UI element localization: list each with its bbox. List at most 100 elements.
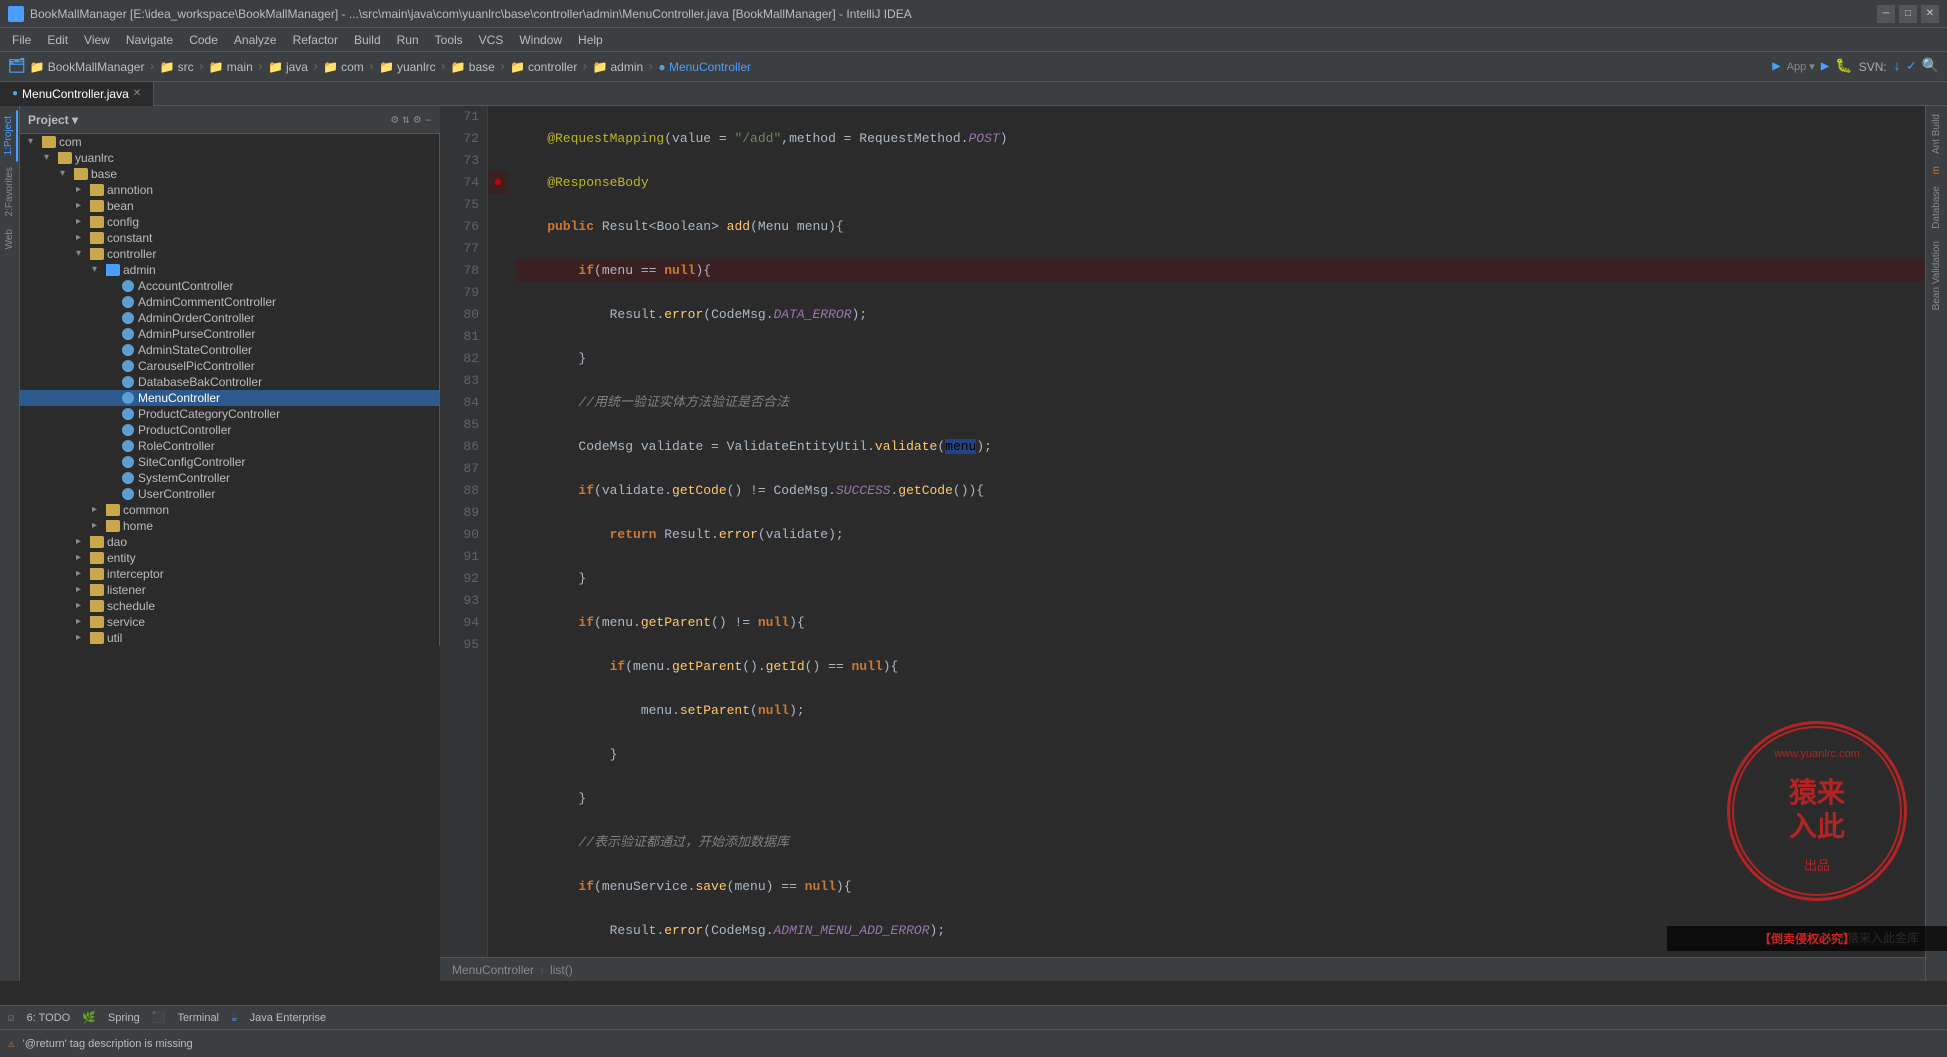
run-button[interactable]: ▶ [1821, 58, 1829, 75]
app-dropdown[interactable]: App ▾ [1787, 60, 1815, 73]
menu-tools[interactable]: Tools [427, 31, 471, 49]
breadcrumb-menucontroller[interactable]: MenuController [452, 963, 534, 977]
titlebar: BookMallManager [E:\idea_workspace\BookM… [0, 0, 1947, 28]
run-icon[interactable]: ▶ [1772, 58, 1780, 75]
close-button[interactable]: ✕ [1921, 5, 1939, 23]
left-tab-web[interactable]: Web [2, 223, 17, 255]
tree-databasebak[interactable]: DatabaseBakController [20, 374, 439, 390]
window-title: BookMallManager [E:\idea_workspace\BookM… [30, 7, 1877, 21]
tabbar: ● MenuController.java ✕ [0, 82, 1947, 106]
tree-admin[interactable]: ▾ admin [20, 262, 439, 278]
commit-button[interactable]: ✓ [1907, 58, 1915, 75]
tree-admin-order[interactable]: AdminOrderController [20, 310, 439, 326]
warning-text: '@return' tag description is missing [23, 1038, 193, 1050]
tree-listener[interactable]: ▸ listener [20, 582, 439, 598]
nav-file[interactable]: ● MenuController [658, 60, 751, 74]
svn-label: SVN: [1859, 60, 1887, 74]
tree-product[interactable]: ProductController [20, 422, 439, 438]
left-tab-favorites[interactable]: 2:Favorites [2, 161, 17, 222]
tree-schedule[interactable]: ▸ schedule [20, 598, 439, 614]
terminal-label[interactable]: Terminal [177, 1012, 219, 1024]
nav-base[interactable]: 📁 base [451, 60, 495, 74]
tree-menu-controller[interactable]: MenuController [20, 390, 439, 406]
code-editor[interactable]: 71 72 73 74 75 76 77 78 79 80 81 82 83 8… [440, 106, 1947, 957]
menu-run[interactable]: Run [389, 31, 427, 49]
minimize-button[interactable]: ─ [1877, 5, 1895, 23]
tree-carousel[interactable]: CarouselPicController [20, 358, 439, 374]
tree-annotion[interactable]: ▸ annotion [20, 182, 439, 198]
tree-yuanlrc[interactable]: ▾ yuanlrc [20, 150, 439, 166]
tree-interceptor[interactable]: ▸ interceptor [20, 566, 439, 582]
menu-file[interactable]: File [4, 31, 39, 49]
nav-java[interactable]: 📁 java [268, 60, 308, 74]
folder-yuanlrc-icon [58, 152, 72, 164]
gear-icon[interactable]: ⚙ [414, 112, 421, 127]
tree-admin-state[interactable]: AdminStateController [20, 342, 439, 358]
sort-icon[interactable]: ⇅ [402, 112, 409, 127]
collapse-icon[interactable]: – [425, 113, 432, 127]
java-enterprise-label[interactable]: Java Enterprise [250, 1012, 326, 1024]
main-area: 1:Project 2:Favorites Web Project ▾ ⚙ ⇅ … [0, 106, 1947, 981]
tree-home[interactable]: ▸ home [20, 518, 439, 534]
menu-view[interactable]: View [76, 31, 118, 49]
nav-yuanlrc[interactable]: 📁 yuanlrc [379, 60, 436, 74]
tab-close-button[interactable]: ✕ [133, 88, 141, 99]
tree-controller[interactable]: ▾ controller [20, 246, 439, 262]
tree-com[interactable]: ▾ com [20, 134, 439, 150]
breadcrumb-list[interactable]: list() [550, 963, 573, 977]
folder-annotion-icon [90, 184, 104, 196]
tree-constant[interactable]: ▸ constant [20, 230, 439, 246]
menu-build[interactable]: Build [346, 31, 389, 49]
nav-controller[interactable]: 📁 controller [510, 60, 577, 74]
tree-admin-purse[interactable]: AdminPurseController [20, 326, 439, 342]
debug-button[interactable]: 🐛 [1835, 58, 1852, 75]
nav-src[interactable]: 📁 src [160, 60, 194, 74]
nav-admin[interactable]: 📁 admin [593, 60, 644, 74]
breakpoint-74[interactable]: ● [494, 175, 502, 191]
code-content[interactable]: @RequestMapping(value = "/add",method = … [508, 106, 1937, 957]
maven-projects-tab[interactable]: m [1929, 162, 1944, 178]
menu-refactor[interactable]: Refactor [285, 31, 346, 49]
tree-system[interactable]: SystemController [20, 470, 439, 486]
settings-icon[interactable]: ⚙ [391, 112, 398, 127]
nav-main[interactable]: 📁 main [209, 60, 253, 74]
tree-bean[interactable]: ▸ bean [20, 198, 439, 214]
tree-util[interactable]: ▸ util [20, 630, 439, 646]
line-numbers: 71 72 73 74 75 76 77 78 79 80 81 82 83 8… [440, 106, 488, 957]
menu-window[interactable]: Window [511, 31, 570, 49]
tree-config[interactable]: ▸ config [20, 214, 439, 230]
update-button[interactable]: ↓ [1893, 59, 1901, 75]
menu-vcs[interactable]: VCS [471, 31, 512, 49]
app-icon [8, 6, 24, 22]
bean-validation-tab[interactable]: Bean Validation [1929, 237, 1944, 314]
database-tab[interactable]: Database [1929, 182, 1944, 233]
search-button[interactable]: 🔍 [1922, 58, 1939, 75]
menu-code[interactable]: Code [181, 31, 226, 49]
tree-admin-comment[interactable]: AdminCommentController [20, 294, 439, 310]
left-tab-project[interactable]: 1:Project [1, 110, 18, 161]
menu-edit[interactable]: Edit [39, 31, 76, 49]
folder-admin-icon [106, 264, 120, 276]
tree-product-category[interactable]: ProductCategoryController [20, 406, 439, 422]
menu-analyze[interactable]: Analyze [226, 31, 285, 49]
tree-dao[interactable]: ▸ dao [20, 534, 439, 550]
nav-project[interactable]: 📁 BookMallManager [30, 60, 145, 74]
menu-navigate[interactable]: Navigate [118, 31, 181, 49]
todo-label[interactable]: 6: TODO [27, 1012, 71, 1024]
ant-build-tab[interactable]: Ant Build [1929, 110, 1944, 158]
tree-account-controller[interactable]: AccountController [20, 278, 439, 294]
spring-label[interactable]: Spring [108, 1012, 140, 1024]
menu-help[interactable]: Help [570, 31, 611, 49]
tree-siteconfig[interactable]: SiteConfigController [20, 454, 439, 470]
tree-service[interactable]: ▸ service [20, 614, 439, 630]
tree-common[interactable]: ▸ common [20, 502, 439, 518]
tab-menucontroller[interactable]: ● MenuController.java ✕ [0, 82, 154, 106]
tree-user[interactable]: UserController [20, 486, 439, 502]
editor-and-right: 71 72 73 74 75 76 77 78 79 80 81 82 83 8… [440, 106, 1947, 981]
tree-entity[interactable]: ▸ entity [20, 550, 439, 566]
nav-com[interactable]: 📁 com [323, 60, 364, 74]
tree-base[interactable]: ▾ base [20, 166, 439, 182]
arrow-com: ▾ [28, 136, 40, 148]
maximize-button[interactable]: □ [1899, 5, 1917, 23]
tree-role[interactable]: RoleController [20, 438, 439, 454]
